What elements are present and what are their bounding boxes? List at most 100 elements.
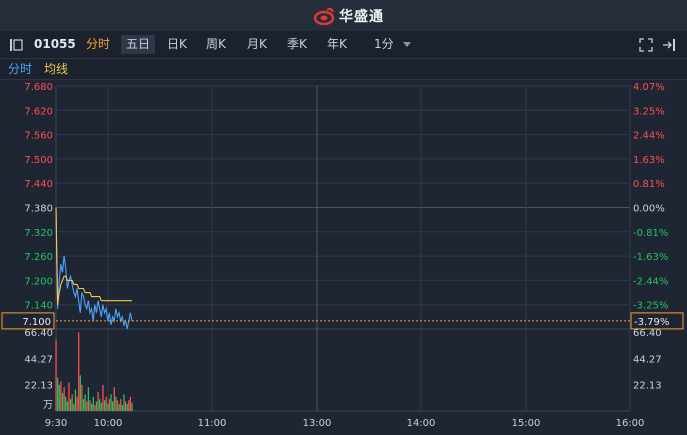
volume-bar <box>118 403 120 411</box>
pct-tick-label: -1.63% <box>633 252 668 263</box>
interval-select[interactable]: 1分 <box>374 31 412 58</box>
price-tick-label: 7.560 <box>24 131 53 142</box>
volume-tick-label-right: 44.27 <box>633 354 662 365</box>
time-axis-label: 10:00 <box>94 418 123 429</box>
brand-name: 华盛通 <box>339 9 384 25</box>
price-tick-label: 7.320 <box>24 228 53 239</box>
volume-bar <box>126 403 128 411</box>
volume-bar <box>129 396 132 411</box>
time-axis-label: 9:30 <box>45 418 67 429</box>
brand-logo: 华盛通 <box>313 6 384 26</box>
volume-bar <box>110 394 112 411</box>
volume-bar <box>61 393 64 411</box>
volume-bar <box>121 405 123 411</box>
volume-bar <box>78 332 80 411</box>
volume-bar <box>108 399 111 411</box>
price-tick-label: 7.500 <box>24 155 53 166</box>
volume-bar <box>69 399 72 411</box>
price-line <box>55 207 133 330</box>
volume-bar <box>73 403 75 411</box>
price-chart[interactable]: 7.680 7.620 7.560 7.500 7.440 7.380 7.320 7.260… <box>0 80 687 431</box>
volume-bar <box>100 402 102 411</box>
time-axis-label: 15:00 <box>512 418 541 429</box>
time-axis-label: 11:00 <box>198 418 227 429</box>
tab-five-day[interactable]: 五日 <box>121 35 156 54</box>
stock-code: 01055 <box>34 37 76 51</box>
volume-bar <box>124 401 127 411</box>
tab-quarterly-k[interactable]: 季K <box>287 31 307 58</box>
chart-toolbar: 01055 分时 五日 日K 周K 月K 季K 年K 1分 <box>0 31 687 59</box>
tab-daily-k[interactable]: 日K <box>167 31 187 58</box>
pct-tick-label: -3.25% <box>633 301 668 312</box>
volume-bar <box>65 396 67 411</box>
volume-bar <box>58 384 60 411</box>
price-tick-label: 7.260 <box>24 252 53 263</box>
pct-tick-label: 3.25% <box>633 106 665 117</box>
volume-bar <box>86 401 88 411</box>
volume-bar <box>94 405 96 411</box>
fullscreen-icon[interactable] <box>639 31 653 58</box>
volume-bar <box>71 394 73 411</box>
volume-bar <box>115 396 117 411</box>
panel-collapse-icon[interactable] <box>9 31 23 58</box>
pct-tick-label: 4.07% <box>633 82 665 93</box>
volume-bar <box>68 382 70 411</box>
volume-tick-label-right: 66.40 <box>633 328 662 339</box>
volume-bar <box>131 402 133 411</box>
subtab-timeshare[interactable]: 分时 <box>8 59 32 79</box>
volume-bar <box>116 400 119 411</box>
current-price-label: 7.100 <box>22 317 51 328</box>
tab-yearly-k[interactable]: 年K <box>327 31 347 58</box>
volume-bar <box>120 399 122 411</box>
tab-weekly-k[interactable]: 周K <box>206 31 226 58</box>
price-tick-label: 7.200 <box>24 276 53 287</box>
volume-tick-label: 44.27 <box>24 354 53 365</box>
volume-bar <box>76 396 78 411</box>
pct-tick-label: 2.44% <box>633 131 665 142</box>
tab-monthly-k[interactable]: 月K <box>247 31 267 58</box>
price-tick-label: 7.140 <box>24 301 53 312</box>
volume-bar <box>81 384 83 411</box>
volume-bar <box>84 394 86 411</box>
volume-bar <box>111 401 114 411</box>
price-tick-label: 7.620 <box>24 106 53 117</box>
volume-bar <box>82 399 85 411</box>
price-tick-label: 7.380 <box>24 204 53 215</box>
time-axis-label: 13:00 <box>303 418 332 429</box>
volume-tick-label-right: 22.13 <box>633 381 662 392</box>
volume-tick-label: 66.40 <box>24 328 53 339</box>
volume-bar <box>55 339 57 411</box>
subtab-avg-line[interactable]: 均线 <box>44 59 68 79</box>
volume-bar <box>95 401 98 411</box>
volume-bar <box>97 391 99 411</box>
price-tick-label: 7.680 <box>24 82 53 93</box>
app-header: 华盛通 <box>0 0 687 32</box>
volume-bar <box>79 375 81 411</box>
volume-bar <box>102 384 104 411</box>
volume-bar <box>103 400 106 411</box>
price-tick-label: 7.440 <box>24 179 53 190</box>
volume-bar <box>113 387 115 411</box>
volume-bar <box>105 396 107 411</box>
volume-unit-label: 万 <box>43 400 53 411</box>
pct-tick-label: 0.00% <box>633 204 665 215</box>
volume-bar <box>57 377 59 411</box>
popout-icon[interactable] <box>662 31 676 58</box>
volume-bar <box>92 396 94 411</box>
volume-bar <box>89 400 91 411</box>
interval-value: 1分 <box>374 37 394 51</box>
volume-bar <box>90 403 93 411</box>
time-axis-label: 16:00 <box>616 418 645 429</box>
tab-timeshare[interactable]: 分时 <box>86 31 110 58</box>
chevron-down-icon <box>403 41 412 47</box>
volume-tick-label: 22.13 <box>24 381 53 392</box>
volume-bar <box>128 400 130 411</box>
pct-tick-label: 1.63% <box>633 155 665 166</box>
volume-bar <box>123 394 125 411</box>
time-axis-label: 14:00 <box>407 418 436 429</box>
pct-tick-label: -0.81% <box>633 228 668 239</box>
timeshare-chart-svg: 7.680 7.620 7.560 7.500 7.440 7.380 7.320 7.260… <box>1 82 684 429</box>
pct-tick-label: 0.81% <box>633 179 665 190</box>
pct-tick-label: -2.44% <box>633 276 668 287</box>
volume-bar <box>60 381 62 411</box>
